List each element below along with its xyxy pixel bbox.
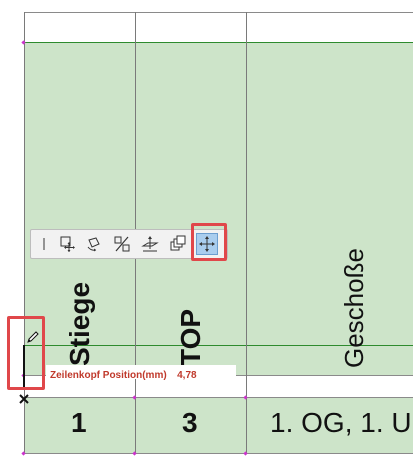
separator-icon — [33, 233, 55, 255]
mirror-icon[interactable] — [111, 233, 133, 255]
highlight-box — [7, 316, 45, 390]
elevate-icon[interactable] — [139, 233, 161, 255]
cell-geschoss: 1. OG, 1. U — [270, 407, 412, 438]
column-header-top: TOP — [175, 308, 206, 366]
selection-handle[interactable] — [21, 451, 26, 456]
table-top-strip — [24, 12, 413, 42]
grid-line — [246, 12, 247, 453]
grid-line — [24, 42, 413, 43]
multiply-icon[interactable] — [167, 233, 189, 255]
column-header-stiege: Stiege — [64, 281, 95, 366]
tooltip-value: 4,78 — [177, 370, 197, 381]
cell-top: 3 — [182, 407, 198, 438]
column-header-geschoss: Geschoße — [339, 248, 369, 368]
selection-handle[interactable] — [243, 451, 248, 456]
highlight-box — [191, 223, 227, 261]
move-node-icon[interactable] — [57, 233, 79, 255]
rotate-icon[interactable] — [83, 233, 105, 255]
position-tooltip: Zeilenkopf Position(mm) 4,78 — [46, 365, 236, 381]
grid-line — [24, 12, 413, 13]
anchor-cross-icon[interactable] — [18, 392, 30, 404]
selection-handle[interactable] — [132, 451, 137, 456]
grid-line — [24, 397, 413, 398]
grid-line — [24, 453, 413, 454]
cell-stiege: 1 — [71, 407, 87, 438]
tooltip-label: Zeilenkopf Position(mm) — [50, 370, 167, 381]
